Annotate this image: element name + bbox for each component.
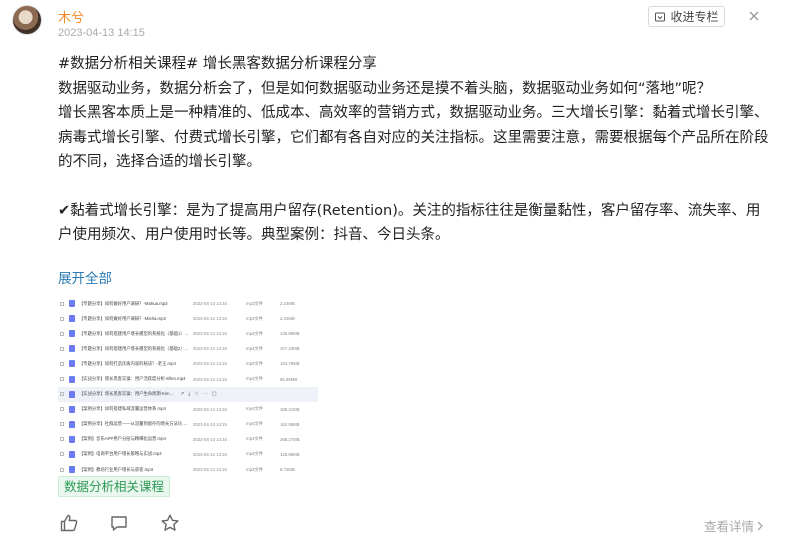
file-name: 【专题分享】如何搭建用户增长模型的系统化（基础2）.mp4: [79, 345, 189, 351]
file-name: 【实战分享】增长黑客实操：用户活跃度分析-Ellen.mp4: [79, 376, 186, 382]
collect-label: 收进专栏: [670, 10, 719, 24]
file-icon: [69, 345, 75, 353]
file-name: 【案例】音乐APP用户分层与精细化运营.mp4: [79, 436, 166, 442]
file-icon: [69, 330, 75, 338]
post-content: #数据分析相关课程# 增长黑客数据分析课程分享 数据驱动业务，数据分析会了，但是…: [58, 52, 773, 248]
collect-to-column-button[interactable]: 收进专栏: [648, 6, 725, 27]
post-date: 2023-04-13 14:15: [58, 27, 145, 39]
file-icon: [69, 450, 75, 458]
comment-icon[interactable]: [109, 513, 129, 533]
favorite-star-icon[interactable]: [160, 513, 180, 533]
post-paragraph: ✔黏着式增长引擎：是为了提高用户留存(Retention)。关注的指标往往是衡量…: [58, 202, 761, 244]
file-name: 【案例分享】如何搭建私域流量运营体系.mp4: [79, 406, 166, 412]
file-icon: [69, 466, 75, 474]
chevron-right-icon: [757, 521, 763, 530]
file-name: 【案例】教培行业用户增长与获客.mp3: [79, 466, 154, 472]
file-icon: [69, 375, 75, 383]
avatar[interactable]: [12, 5, 42, 35]
post-paragraph: 数据驱动业务，数据分析会了，但是如何数据驱动业务还是摸不着头脑，数据驱动业务如何…: [58, 80, 712, 97]
like-icon[interactable]: [59, 513, 79, 533]
post-paragraph: 增长黑客本质上是一种精准的、低成本、高效率的营销方式，数据驱动业务。三大增长引擎…: [58, 105, 769, 170]
post-topic-line: #数据分析相关课程# 增长黑客数据分析课程分享: [58, 56, 377, 72]
file-name: 【专题分享】如何搭建用户增长模型的系统化（基础1）.mp4: [79, 330, 189, 336]
file-icon: [69, 435, 75, 443]
view-details-label: 查看详情: [704, 519, 755, 534]
file-name: 【专题分享】如何做好用户调研？-Mahua.mp3: [79, 300, 168, 306]
author-name[interactable]: 木兮: [58, 7, 84, 26]
collect-icon: [655, 12, 666, 21]
file-icon: [69, 405, 75, 413]
view-details-link[interactable]: 查看详情: [704, 516, 764, 535]
file-name: 【案例】电商平台用户增长策略与实战.mp4: [79, 451, 162, 457]
file-icon: [69, 315, 75, 323]
file-name: 【实战分享】增长黑客实操：用户生命周期-Kim.mp4: [79, 391, 174, 397]
expand-all-link[interactable]: 展开全部: [58, 267, 112, 287]
file-name: 【专题分享】如何打造优质内容的秘诀？-老王.mp4: [79, 360, 176, 366]
close-icon[interactable]: [746, 8, 762, 24]
file-icon: [69, 300, 75, 308]
file-icon: [69, 420, 75, 428]
file-icon: [69, 390, 75, 398]
file-name: 【案例分享】社群运营——从流量到留存的增长方法论.mp4: [79, 421, 189, 427]
file-name: 【专题分享】如何做好用户调研？-Misha.mp3: [79, 315, 166, 321]
topic-tag[interactable]: 数据分析相关课程: [58, 476, 171, 497]
file-list-image[interactable]: 【专题分享】如何做好用户调研？-Mahua.mp3 2023-04-13 14:1…: [58, 296, 318, 474]
file-icon: [69, 360, 75, 368]
